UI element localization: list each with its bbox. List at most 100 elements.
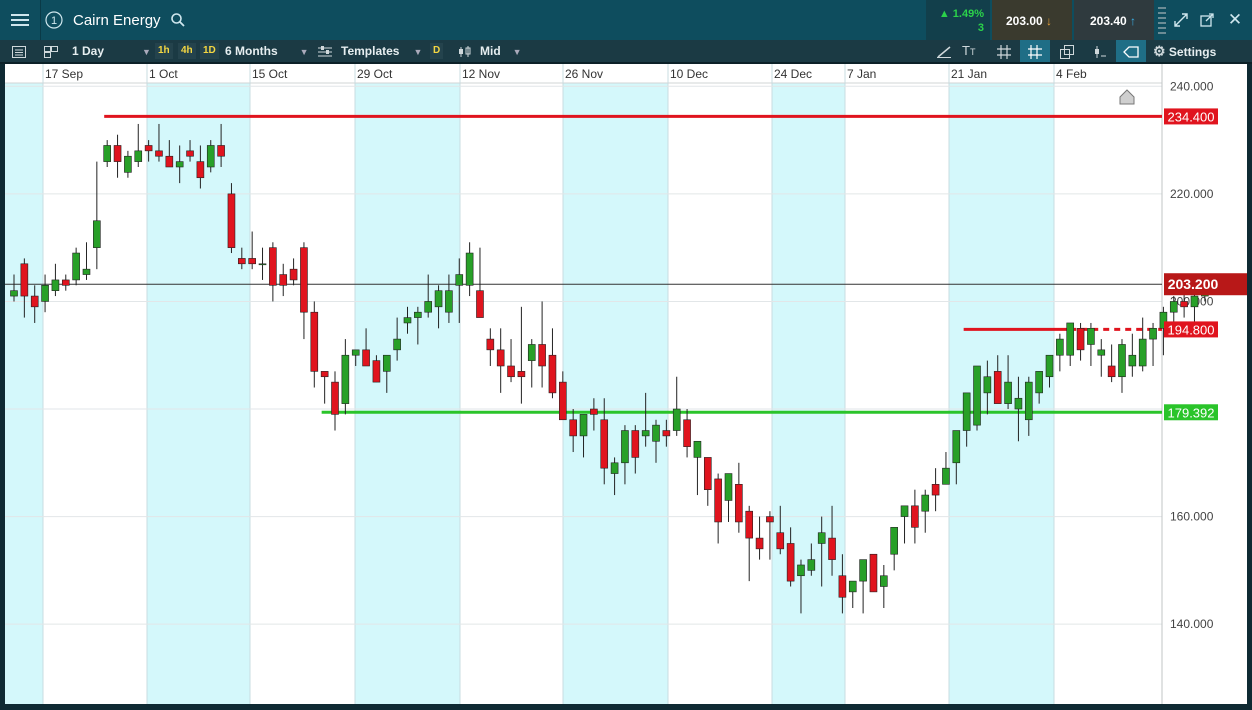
candle-body[interactable] xyxy=(1087,328,1095,345)
candle-body[interactable] xyxy=(776,532,785,550)
candle-body[interactable] xyxy=(165,155,174,168)
indicator-icon[interactable] xyxy=(1092,40,1106,62)
buy-button[interactable]: 203.40 ↑ xyxy=(1074,0,1154,40)
level-label[interactable]: 194.800 xyxy=(1168,322,1215,337)
candle-body[interactable] xyxy=(1118,344,1126,378)
candle-body[interactable] xyxy=(662,430,671,437)
candle-body[interactable] xyxy=(1076,328,1085,351)
candle-body[interactable] xyxy=(993,371,1002,404)
candle-body[interactable] xyxy=(1045,354,1054,378)
crosshair-icon[interactable] xyxy=(1020,40,1050,62)
candle-body[interactable] xyxy=(258,263,267,266)
candle-body[interactable] xyxy=(103,145,111,162)
candle-body[interactable] xyxy=(144,145,153,152)
candle-body[interactable] xyxy=(890,527,898,555)
candle-body[interactable] xyxy=(134,150,143,162)
candle-body[interactable] xyxy=(1190,295,1199,308)
candle-body[interactable] xyxy=(93,220,101,248)
candle-body[interactable] xyxy=(227,193,236,248)
candle-body[interactable] xyxy=(724,473,733,501)
candle-body[interactable] xyxy=(196,161,205,179)
candle-body[interactable] xyxy=(331,381,339,415)
candle-body[interactable] xyxy=(693,440,702,458)
price-mode-select[interactable]: Mid ▼ xyxy=(480,40,522,62)
candle-body[interactable] xyxy=(569,419,577,437)
level-label[interactable]: 179.392 xyxy=(1168,405,1215,420)
candle-body[interactable] xyxy=(41,285,49,302)
candle-body[interactable] xyxy=(641,430,650,437)
candle-body[interactable] xyxy=(559,381,567,421)
candle-body[interactable] xyxy=(1024,381,1033,421)
price-chart[interactable]: 17 Sep 1 Oct 15 Oct 29 Oct 12 Nov 26 Nov 10 De… xyxy=(5,64,1248,704)
candle-body[interactable] xyxy=(621,430,629,464)
candle-body[interactable] xyxy=(931,484,940,496)
candle-body[interactable] xyxy=(455,274,464,286)
candles-icon[interactable] xyxy=(458,40,472,62)
candle-body[interactable] xyxy=(652,424,660,442)
level-label[interactable]: 234.400 xyxy=(1168,109,1215,124)
candle-body[interactable] xyxy=(962,392,971,431)
candle-body[interactable] xyxy=(175,161,184,168)
candle-body[interactable] xyxy=(51,279,60,291)
candle-body[interactable] xyxy=(869,553,878,593)
candle-body[interactable] xyxy=(279,274,288,286)
candle-body[interactable] xyxy=(155,150,163,157)
candle-body[interactable] xyxy=(797,564,805,577)
current-price-label[interactable]: 203.200 xyxy=(1168,276,1219,292)
expand-icon[interactable] xyxy=(1170,0,1192,40)
candle-body[interactable] xyxy=(289,268,298,281)
candle-body[interactable] xyxy=(859,559,867,582)
timeframe-1h-button[interactable]: 1h xyxy=(155,43,173,59)
candle-body[interactable] xyxy=(465,252,474,286)
candle-body[interactable] xyxy=(1066,322,1075,356)
tag-icon[interactable] xyxy=(1116,40,1146,62)
candle-body[interactable] xyxy=(372,360,381,383)
candle-body[interactable] xyxy=(683,419,691,447)
d-button[interactable]: D xyxy=(430,43,444,59)
candle-body[interactable] xyxy=(1056,338,1064,356)
candle-body[interactable] xyxy=(942,467,950,485)
candle-body[interactable] xyxy=(579,414,588,437)
candle-body[interactable] xyxy=(238,258,246,265)
candle-body[interactable] xyxy=(631,430,640,458)
candle-body[interactable] xyxy=(838,575,847,598)
sell-button[interactable]: 203.00 ↓ xyxy=(992,0,1072,40)
candle-body[interactable] xyxy=(610,462,619,474)
candle-body[interactable] xyxy=(1035,371,1043,394)
candle-body[interactable] xyxy=(590,408,598,415)
candle-body[interactable] xyxy=(527,344,536,361)
settings-button[interactable]: ⚙ Settings xyxy=(1153,40,1216,62)
candle-body[interactable] xyxy=(828,537,836,560)
candle-body[interactable] xyxy=(124,155,132,173)
list-icon[interactable] xyxy=(12,40,26,62)
instrument-title[interactable]: Cairn Energy xyxy=(73,0,161,40)
candle-body[interactable] xyxy=(300,247,308,313)
candle-body[interactable] xyxy=(1097,349,1106,356)
candle-body[interactable] xyxy=(507,365,515,378)
candle-body[interactable] xyxy=(269,247,277,286)
candle-body[interactable] xyxy=(538,344,546,367)
candle-body[interactable] xyxy=(911,505,919,528)
candle-body[interactable] xyxy=(880,575,888,587)
popout-icon[interactable] xyxy=(1196,0,1218,40)
candle-body[interactable] xyxy=(1149,328,1157,340)
candle-body[interactable] xyxy=(310,311,319,372)
candle-body[interactable] xyxy=(382,354,391,372)
search-icon[interactable] xyxy=(168,0,188,40)
candle-body[interactable] xyxy=(1004,381,1012,404)
candle-body[interactable] xyxy=(445,290,453,313)
candle-body[interactable] xyxy=(30,295,39,308)
grid-icon[interactable] xyxy=(997,40,1011,62)
candle-body[interactable] xyxy=(817,532,826,544)
candle-body[interactable] xyxy=(72,252,80,281)
candle-body[interactable] xyxy=(351,349,360,356)
candle-body[interactable] xyxy=(766,516,774,523)
candle-body[interactable] xyxy=(186,150,194,157)
text-icon[interactable]: TT xyxy=(962,40,975,62)
candle-body[interactable] xyxy=(82,268,91,275)
range-select[interactable]: 6 Months ▼ xyxy=(225,40,309,62)
candle-body[interactable] xyxy=(600,419,609,469)
candle-body[interactable] xyxy=(434,290,443,308)
candle-body[interactable] xyxy=(983,376,992,394)
drag-handle-icon[interactable] xyxy=(1156,0,1168,40)
